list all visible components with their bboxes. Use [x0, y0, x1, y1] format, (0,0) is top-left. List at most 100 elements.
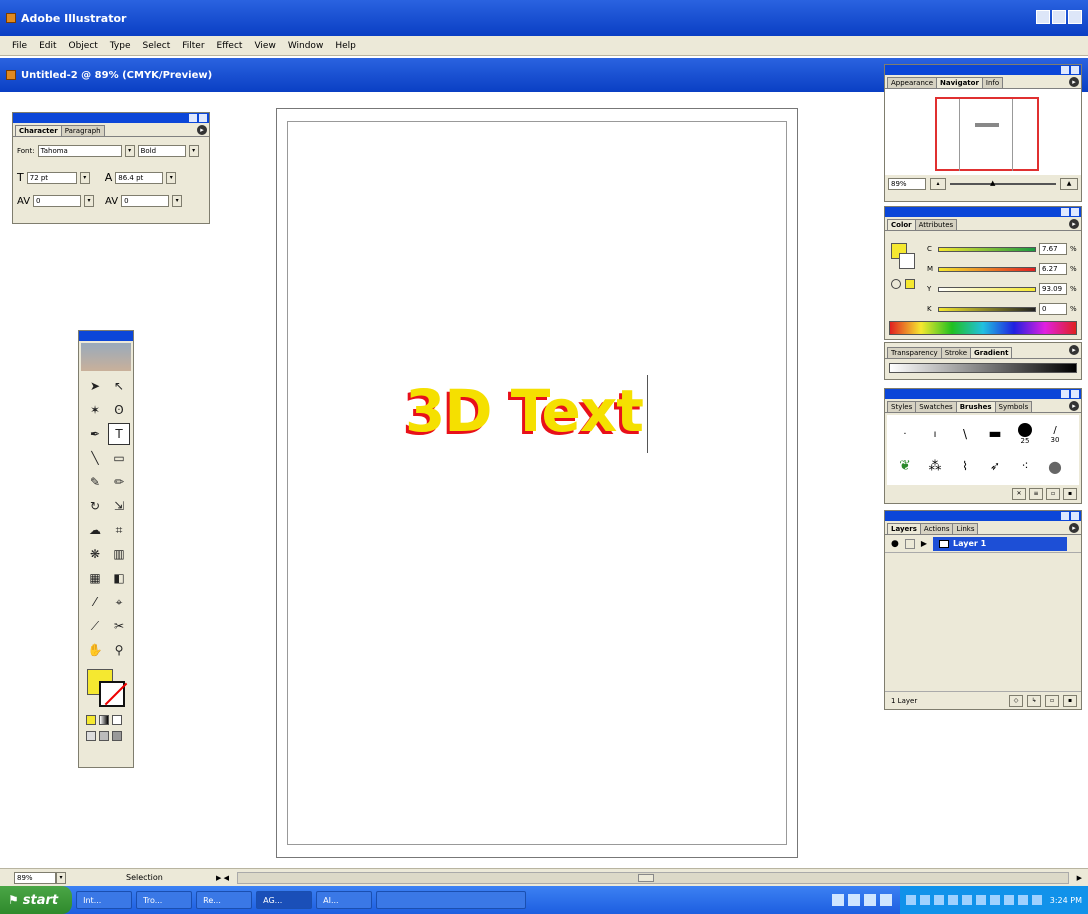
palette-menu-icon[interactable]: ▸	[1069, 345, 1079, 355]
visibility-eye-icon[interactable]: ●	[891, 539, 899, 549]
blend-tool-icon[interactable]: ⌖	[108, 591, 130, 613]
yellow-slider[interactable]	[938, 286, 1036, 292]
brush-dot-line[interactable]: ı	[921, 419, 949, 449]
artboard[interactable]: 3D Text	[276, 108, 798, 858]
scroll-right-icon[interactable]: ▶	[1077, 874, 1082, 882]
selection-tool-icon[interactable]: ➤	[84, 375, 106, 397]
cyan-value-field[interactable]: 7.67	[1039, 243, 1067, 255]
scale-tool-icon[interactable]: ⇲	[108, 495, 130, 517]
taskbar-button[interactable]: Re...	[196, 891, 253, 909]
tab-actions[interactable]: Actions	[919, 523, 954, 534]
leading-field[interactable]: 86.4 pt	[115, 171, 164, 184]
tab-brushes[interactable]: Brushes	[955, 401, 996, 412]
taskbar-button[interactable]: AI...	[316, 891, 373, 909]
tab-links[interactable]: Links	[952, 523, 979, 534]
brush-dot-small[interactable]: ·	[891, 419, 919, 449]
zoom-out-icon[interactable]: ▴	[930, 178, 946, 190]
tab-color[interactable]: Color	[887, 219, 916, 230]
gradient-tool-icon[interactable]: ◧	[108, 567, 130, 589]
zoom-level-field[interactable]: 89%	[14, 871, 56, 884]
none-mode-icon[interactable]	[112, 715, 122, 725]
layer-name-highlight[interactable]: Layer 1	[933, 536, 1067, 551]
minimize-button[interactable]	[1036, 10, 1050, 24]
navigator-zoom-field[interactable]: 89%	[888, 178, 926, 190]
maximize-button[interactable]	[1052, 10, 1066, 24]
status-tool-label[interactable]: Selection	[126, 873, 216, 882]
new-layer-icon[interactable]: ▫	[1045, 694, 1059, 707]
font-family-field[interactable]: Tahoma	[37, 145, 122, 157]
kerning-field[interactable]: 0	[33, 195, 82, 207]
start-button[interactable]: ⚑ start	[0, 886, 73, 914]
brush-marker-icon[interactable]: ➶	[981, 451, 1009, 481]
color-spectrum-bar[interactable]	[889, 321, 1077, 335]
magenta-slider[interactable]	[938, 266, 1036, 272]
scissors-tool-icon[interactable]: ✂	[108, 615, 130, 637]
tray-icon[interactable]	[947, 895, 958, 905]
tab-character[interactable]: Character	[15, 125, 62, 136]
line-tool-icon[interactable]: ╲	[84, 447, 106, 469]
direct-selection-tool-icon[interactable]: ↖	[108, 375, 130, 397]
brush-angle-30[interactable]: /30	[1041, 419, 1069, 449]
mesh-tool-icon[interactable]: ▦	[84, 567, 106, 589]
font-style-field[interactable]: Bold	[137, 145, 186, 157]
black-value-field[interactable]: 0	[1039, 303, 1067, 315]
gradient-mode-icon[interactable]	[99, 715, 109, 725]
palette-title-bar[interactable]	[13, 113, 209, 123]
kerning-dropdown[interactable]: ▾	[84, 195, 95, 207]
brush-scatter-icon[interactable]: ⁂	[921, 451, 949, 481]
tray-icon[interactable]	[1031, 895, 1042, 905]
brush-options-icon[interactable]: ≡	[1029, 488, 1043, 500]
brush-calligraphic[interactable]: \	[951, 419, 979, 449]
brush-library-icon[interactable]: ✕	[1012, 488, 1026, 500]
tray-icon[interactable]	[933, 895, 944, 905]
slice-tool-icon[interactable]: ⟋	[84, 615, 106, 637]
menu-view[interactable]: View	[254, 41, 275, 51]
brush-charcoal-icon[interactable]: ●	[1041, 451, 1069, 481]
tray-icon[interactable]	[863, 894, 876, 906]
lasso-tool-icon[interactable]: ʘ	[108, 399, 130, 421]
hand-tool-icon[interactable]: ✋	[84, 639, 106, 661]
tab-info[interactable]: Info	[981, 77, 1004, 88]
tab-styles[interactable]: Styles	[887, 401, 917, 412]
menu-select[interactable]: Select	[142, 41, 170, 51]
menu-file[interactable]: File	[12, 41, 27, 51]
brush-splatter-icon[interactable]: ⁖	[1011, 451, 1039, 481]
horizontal-scrollbar[interactable]	[237, 871, 1069, 884]
symbol-sprayer-tool-icon[interactable]: ❋	[84, 543, 106, 565]
gradient-slider-bar[interactable]	[889, 363, 1077, 373]
tab-appearance[interactable]: Appearance	[887, 77, 938, 88]
color-mode-icon[interactable]	[86, 715, 96, 725]
taskbar-button[interactable]: Tro...	[136, 891, 193, 909]
brush-chalk-icon[interactable]: ⌇	[951, 451, 979, 481]
palette-menu-icon[interactable]: ▸	[197, 125, 207, 135]
layer-row[interactable]: ● ▶ Layer 1	[885, 535, 1081, 553]
status-menu-arrow-icon[interactable]: ▶ ◀	[216, 874, 229, 882]
zoom-in-icon[interactable]: ▲	[1060, 178, 1078, 190]
menu-filter[interactable]: Filter	[182, 41, 204, 51]
navigator-view-box[interactable]	[935, 97, 1039, 171]
stroke-color-swatch[interactable]	[99, 681, 128, 707]
tray-icon[interactable]	[919, 895, 930, 905]
black-slider[interactable]	[938, 306, 1036, 312]
brush-leaf-icon[interactable]: ❦	[891, 451, 919, 481]
standard-screen-mode-icon[interactable]	[86, 731, 96, 741]
tab-attributes[interactable]: Attributes	[914, 219, 958, 230]
tab-symbols[interactable]: Symbols	[994, 401, 1033, 412]
yellow-value-field[interactable]: 93.09	[1039, 283, 1067, 295]
tab-stroke[interactable]: Stroke	[940, 347, 972, 358]
scrollbar-thumb[interactable]	[638, 873, 654, 882]
palette-menu-icon[interactable]: ▸	[1069, 401, 1079, 411]
leading-dropdown[interactable]: ▾	[166, 171, 177, 184]
palette-minimize-button[interactable]	[189, 114, 197, 122]
font-size-dropdown[interactable]: ▾	[79, 171, 90, 184]
quick-launch-toolbar[interactable]	[376, 891, 527, 909]
closest-color-swatch[interactable]	[905, 279, 915, 289]
menu-window[interactable]: Window	[288, 41, 324, 51]
expand-triangle-icon[interactable]: ▶	[921, 539, 927, 548]
cyan-slider[interactable]	[938, 246, 1036, 252]
rectangle-tool-icon[interactable]: ▭	[108, 447, 130, 469]
warp-tool-icon[interactable]: ☁	[84, 519, 106, 541]
brush-flat[interactable]: ▬	[981, 419, 1009, 449]
magenta-value-field[interactable]: 6.27	[1039, 263, 1067, 275]
tray-icon[interactable]	[847, 894, 860, 906]
